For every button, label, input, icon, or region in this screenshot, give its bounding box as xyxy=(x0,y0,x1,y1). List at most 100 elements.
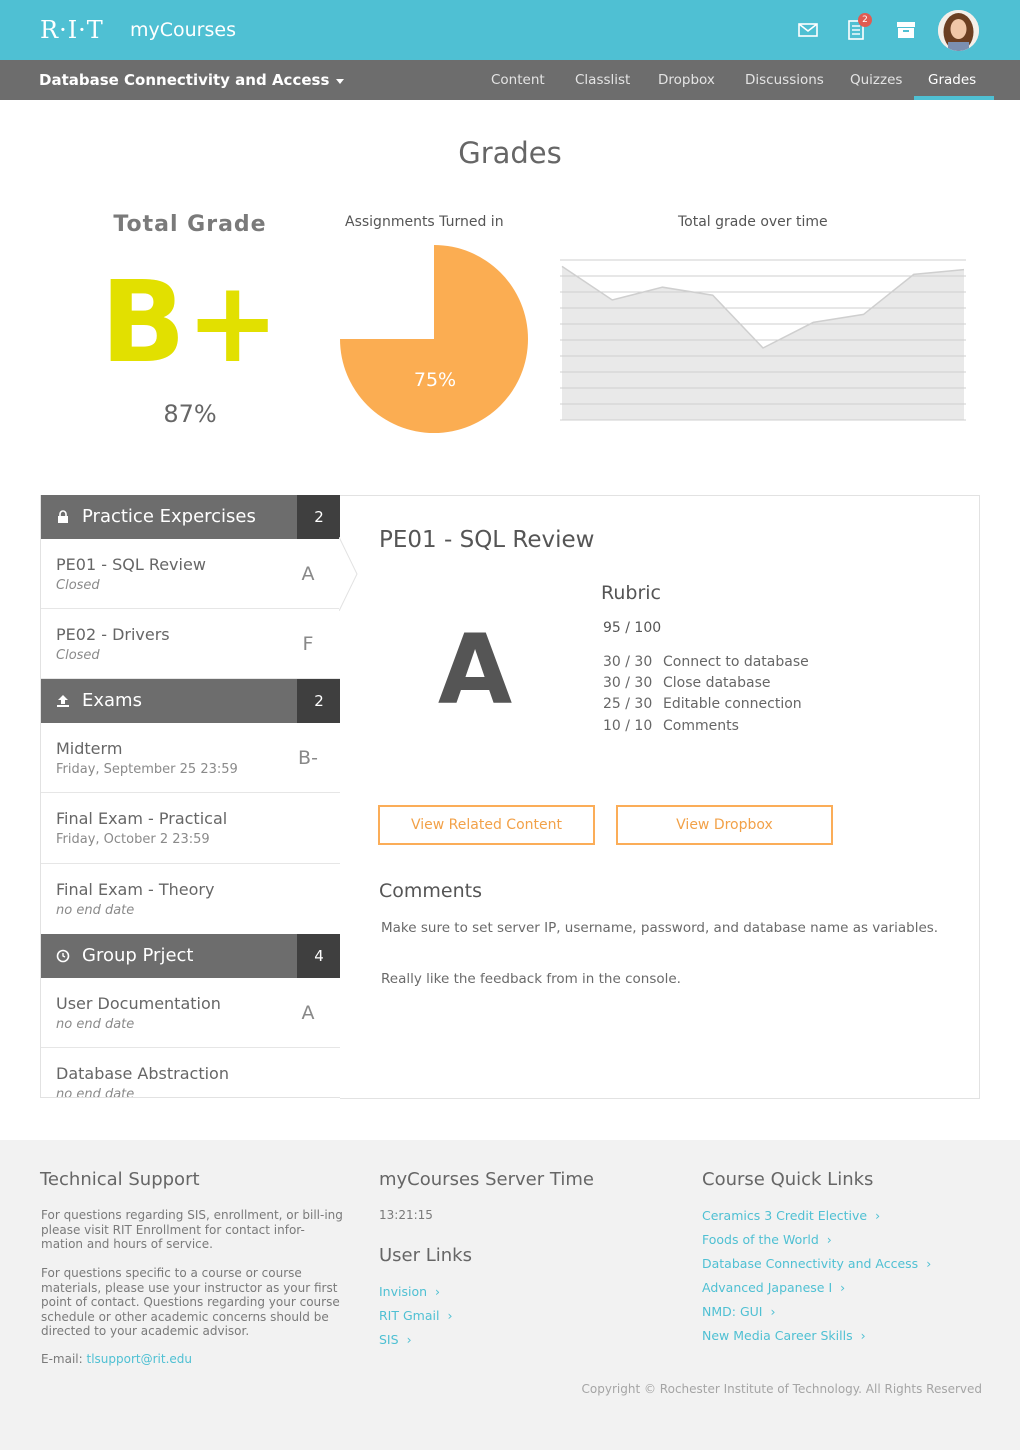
link-label: Database Connectivity and Access xyxy=(702,1256,919,1271)
quick-link-foods[interactable]: Foods of the World › xyxy=(702,1232,832,1247)
link-label: RIT Gmail xyxy=(379,1308,440,1323)
app-name[interactable]: myCourses xyxy=(130,19,236,41)
list-item-pe01[interactable]: PE01 - SQL Review Closed A xyxy=(41,539,340,609)
link-label: New Media Career Skills xyxy=(702,1328,853,1343)
lock-icon xyxy=(58,510,68,523)
comment-text: Make sure to set server IP, username, pa… xyxy=(381,920,939,936)
tab-dropbox[interactable]: Dropbox xyxy=(658,72,715,88)
course-nav-bar: Database Connectivity and Access Content… xyxy=(0,60,1020,100)
user-link-rit-gmail[interactable]: RIT Gmail › xyxy=(379,1308,452,1323)
grade-over-time-chart xyxy=(560,259,966,421)
link-label: SIS xyxy=(379,1332,399,1347)
user-link-sis[interactable]: SIS › xyxy=(379,1332,412,1347)
item-grade: A xyxy=(301,1002,315,1024)
total-grade-percent: 87% xyxy=(163,400,217,428)
comments-title: Comments xyxy=(379,880,482,902)
item-title: Final Exam - Practical xyxy=(56,809,228,828)
quick-link-japanese[interactable]: Advanced Japanese I › xyxy=(702,1280,845,1295)
quick-link-nmd-gui[interactable]: NMD: GUI › xyxy=(702,1304,775,1319)
chevron-down-icon[interactable] xyxy=(336,79,344,84)
item-due-date: Friday, September 25 23:59 xyxy=(56,762,238,777)
chevron-right-icon: › xyxy=(770,1304,776,1319)
list-item-user-documentation[interactable]: User Documentation no end date A xyxy=(41,978,340,1048)
email-link[interactable]: tlsupport@rit.edu xyxy=(87,1352,193,1366)
total-grade-label: Total Grade xyxy=(113,212,267,237)
item-due-date: no end date xyxy=(56,1087,135,1098)
rubric-title: Rubric xyxy=(601,582,661,604)
rubric-row: 30 / 30 Close database xyxy=(603,675,771,691)
mail-icon[interactable] xyxy=(796,18,820,42)
pie-slice-label: 75% xyxy=(413,369,457,391)
list-item-database-abstraction[interactable]: Database Abstraction no end date xyxy=(41,1048,340,1098)
user-links-heading: User Links xyxy=(379,1245,472,1266)
tab-discussions[interactable]: Discussions xyxy=(745,72,824,88)
support-paragraph: For questions regarding SIS, enrollment,… xyxy=(41,1208,343,1251)
rubric-criterion: Close database xyxy=(663,675,771,691)
section-count: 2 xyxy=(297,679,340,723)
chevron-right-icon: › xyxy=(875,1208,881,1223)
tab-grades[interactable]: Grades xyxy=(928,72,976,88)
view-dropbox-button[interactable]: View Dropbox xyxy=(616,805,833,845)
link-label: NMD: GUI xyxy=(702,1304,763,1319)
assignments-pie-chart xyxy=(340,245,528,433)
rubric-criterion: Connect to database xyxy=(663,654,809,670)
rubric-score: 30 / 30 xyxy=(603,675,653,691)
item-title: Midterm xyxy=(56,739,123,758)
item-status: Closed xyxy=(56,578,100,593)
quick-link-career-skills[interactable]: New Media Career Skills › xyxy=(702,1328,866,1343)
list-item-final-theory[interactable]: Final Exam - Theory no end date xyxy=(41,864,340,935)
chevron-right-icon: › xyxy=(826,1232,832,1247)
item-title: PE01 - SQL Review xyxy=(56,555,206,574)
chevron-right-icon: › xyxy=(447,1308,453,1323)
server-time-heading: myCourses Server Time xyxy=(379,1169,594,1190)
rubric-row: 30 / 30 Connect to database xyxy=(603,654,809,670)
item-title: Database Abstraction xyxy=(56,1064,229,1083)
section-header-practice[interactable]: Practice Expercises 2 xyxy=(41,495,340,539)
rubric-criterion: Editable connection xyxy=(663,696,802,712)
rubric-row: 10 / 10 Comments xyxy=(603,718,739,734)
chevron-right-icon: › xyxy=(435,1284,441,1299)
item-title: User Documentation xyxy=(56,994,221,1013)
email-label: E-mail: xyxy=(41,1352,83,1366)
support-email: E-mail: tlsupport@rit.edu xyxy=(41,1352,346,1367)
list-item-midterm[interactable]: Midterm Friday, September 25 23:59 B- xyxy=(41,723,340,793)
tab-classlist[interactable]: Classlist xyxy=(575,72,630,88)
section-title: Practice Expercises xyxy=(82,506,256,527)
technical-support-heading: Technical Support xyxy=(40,1169,200,1190)
chevron-right-icon: › xyxy=(860,1328,866,1343)
link-label: Ceramics 3 Credit Elective xyxy=(702,1208,868,1223)
quick-link-database[interactable]: Database Connectivity and Access › xyxy=(702,1256,931,1271)
detail-letter-grade: A xyxy=(437,614,513,726)
link-label: Advanced Japanese I xyxy=(702,1280,833,1295)
archive-icon[interactable] xyxy=(894,18,918,42)
server-time: 13:21:15 xyxy=(379,1208,433,1222)
selected-item-pointer xyxy=(339,537,358,611)
rubric-score: 25 / 30 xyxy=(603,696,653,712)
rubric-criterion: Comments xyxy=(663,718,739,734)
top-bar: R·I·T myCourses 2 xyxy=(0,0,1020,60)
clock-icon xyxy=(56,949,70,963)
pie-slice xyxy=(340,245,434,339)
section-header-group-project[interactable]: Group Prject 4 xyxy=(41,934,340,978)
link-label: Foods of the World xyxy=(702,1232,819,1247)
user-link-invision[interactable]: Invision › xyxy=(379,1284,440,1299)
rubric-score: 10 / 10 xyxy=(603,718,653,734)
item-grade: F xyxy=(302,633,314,655)
support-paragraph: For questions specific to a course or co… xyxy=(41,1266,340,1338)
chevron-right-icon: › xyxy=(926,1256,932,1271)
list-item-pe02[interactable]: PE02 - Drivers Closed F xyxy=(41,609,340,679)
tab-quizzes[interactable]: Quizzes xyxy=(850,72,902,88)
item-status: Closed xyxy=(56,648,100,663)
chevron-right-icon: › xyxy=(406,1332,412,1347)
section-header-exams[interactable]: Exams 2 xyxy=(41,679,340,723)
course-selector[interactable]: Database Connectivity and Access xyxy=(39,71,329,89)
tab-content[interactable]: Content xyxy=(491,72,545,88)
rubric-score: 30 / 30 xyxy=(603,654,653,670)
quick-link-ceramics[interactable]: Ceramics 3 Credit Elective › xyxy=(702,1208,880,1223)
view-related-content-button[interactable]: View Related Content xyxy=(378,805,595,845)
rit-logo[interactable]: R·I·T xyxy=(40,16,104,44)
user-avatar[interactable] xyxy=(938,10,979,51)
section-count: 2 xyxy=(297,495,340,539)
list-item-final-practical[interactable]: Final Exam - Practical Friday, October 2… xyxy=(41,793,340,864)
line-chart-title: Total grade over time xyxy=(678,214,828,230)
